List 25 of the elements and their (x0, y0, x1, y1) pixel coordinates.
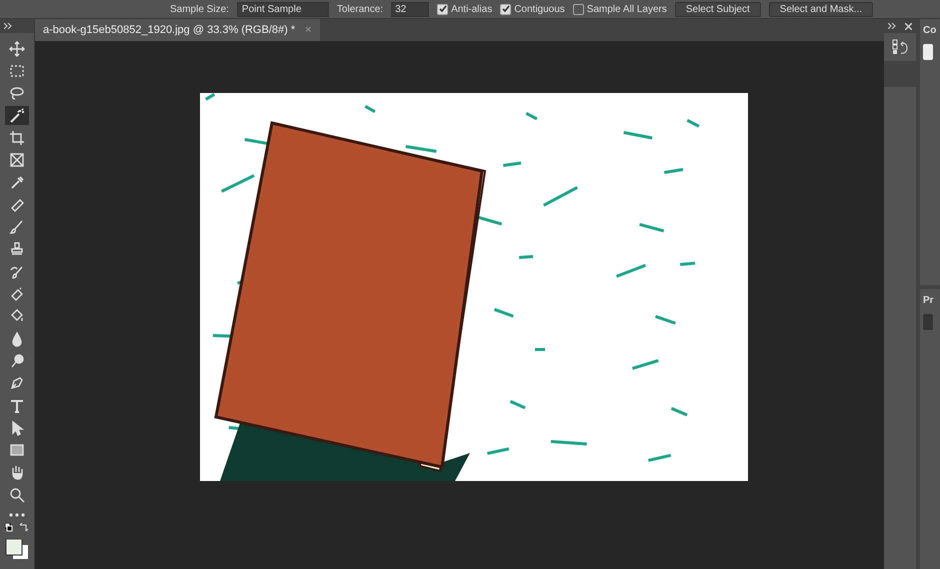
checkbox-label: Anti-alias (451, 4, 492, 14)
document-tab[interactable]: a-book-g15eb50852_1920.jpg @ 33.3% (RGB/8#) * × (35, 19, 320, 41)
swap-colors-icon[interactable] (5, 523, 29, 534)
tolerance-label: Tolerance: (336, 4, 384, 14)
close-icon[interactable] (904, 22, 912, 30)
checkbox[interactable] (437, 4, 448, 14)
more-icon[interactable] (9, 513, 25, 518)
expand-icon[interactable] (888, 23, 896, 29)
option-button[interactable]: Select Subject (674, 2, 761, 16)
expand-icon[interactable] (4, 23, 12, 29)
panel-title: Pr (923, 295, 935, 306)
checkbox[interactable] (572, 4, 584, 14)
magic-wand-icon[interactable] (5, 106, 29, 126)
color-swatches-icon[interactable] (5, 539, 29, 560)
checkbox-label: Contiguous (514, 4, 565, 14)
panel-swatch[interactable] (923, 44, 933, 60)
history-icon[interactable] (892, 39, 908, 55)
checkbox[interactable] (500, 4, 512, 14)
sample-size-dropdown[interactable]: Point Sample (236, 2, 329, 16)
panel-swatch[interactable] (923, 314, 933, 330)
tolerance-field[interactable]: 32 (391, 2, 430, 16)
option-button[interactable]: Select and Mask... (768, 2, 874, 16)
panel-title: Co (923, 25, 938, 36)
checkbox-label: Sample All Layers (586, 4, 667, 14)
sample-size-label: Sample Size: (170, 4, 229, 14)
